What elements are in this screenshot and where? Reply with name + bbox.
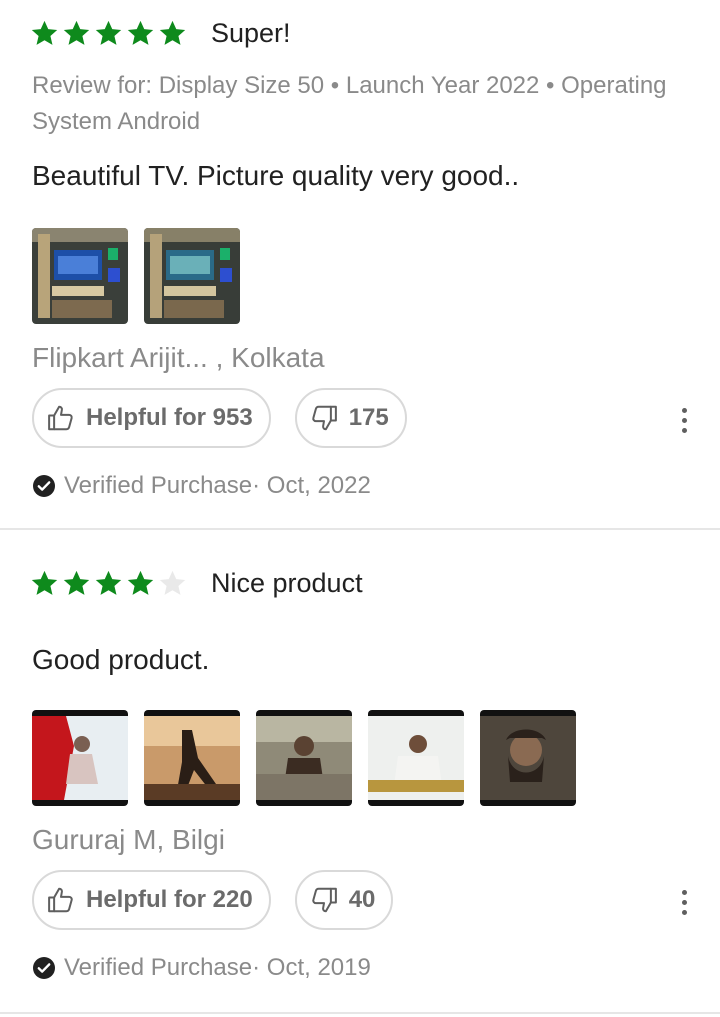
vote-row: Helpful for 953 175: [32, 388, 407, 448]
star-filled-icon: [127, 570, 154, 595]
review-photos: [32, 228, 240, 324]
star-filled-icon: [95, 570, 122, 595]
review-photo[interactable]: [256, 710, 352, 806]
review-photo[interactable]: [368, 710, 464, 806]
star-rating: [30, 569, 187, 598]
review-title: Nice product: [211, 568, 363, 598]
verified-purchase: Verified Purchase · Oct, 2019: [32, 954, 371, 982]
star-filled-icon: [95, 20, 122, 45]
verified-purchase: Verified Purchase · Oct, 2022: [32, 472, 371, 500]
reviewer-name: Gururaj M, Bilgi: [32, 824, 225, 855]
star-filled-icon: [63, 20, 90, 45]
star-filled-icon: [31, 20, 58, 45]
dislike-count: 175: [348, 404, 389, 431]
star-empty-icon: [159, 570, 186, 595]
verified-label: Verified Purchase: [64, 954, 253, 981]
reviewer-name: Flipkart Arijit... , Kolkata: [32, 342, 325, 373]
more-vertical-icon[interactable]: [672, 400, 696, 440]
more-vertical-icon[interactable]: [672, 882, 696, 922]
review-photo[interactable]: [144, 228, 240, 324]
verified-check-icon: [33, 957, 55, 979]
not-helpful-button[interactable]: 40: [294, 870, 394, 930]
review-date: · Oct, 2019: [252, 954, 371, 981]
review-text: Good product.: [32, 644, 210, 675]
review-variant: Review for: Display Size 50 • Launch Yea…: [32, 72, 667, 135]
review-photos: [32, 710, 576, 806]
review-photo[interactable]: [144, 710, 240, 806]
review-card: Super! Review for: Display Size 50 • Lau…: [0, 0, 720, 530]
verified-check-icon: [33, 475, 55, 497]
review-photo[interactable]: [32, 228, 128, 324]
rating-row: Nice product: [30, 568, 363, 599]
dislike-count: 40: [348, 886, 376, 913]
star-filled-icon: [127, 20, 154, 45]
star-rating: [30, 19, 187, 48]
vote-row: Helpful for 220 40: [32, 870, 394, 930]
thumbs-down-icon: [311, 405, 337, 431]
not-helpful-button[interactable]: 175: [294, 388, 407, 448]
rating-row: Super!: [30, 18, 291, 49]
review-photo[interactable]: [480, 710, 576, 806]
star-filled-icon: [63, 570, 90, 595]
star-filled-icon: [31, 570, 58, 595]
thumbs-up-icon: [48, 887, 73, 913]
review-title: Super!: [211, 18, 291, 48]
review-card: Nice product Good product. Gururaj M, Bi…: [0, 530, 720, 1014]
helpful-label: Helpful for 953: [86, 404, 253, 431]
helpful-button[interactable]: Helpful for 953: [32, 388, 271, 448]
star-filled-icon: [159, 20, 186, 45]
thumbs-down-icon: [311, 887, 337, 913]
review-text: Beautiful TV. Picture quality very good.…: [32, 160, 520, 191]
helpful-button[interactable]: Helpful for 220: [32, 870, 271, 930]
helpful-label: Helpful for 220: [86, 886, 253, 913]
review-date: · Oct, 2022: [252, 472, 371, 499]
thumbs-up-icon: [48, 405, 73, 431]
verified-label: Verified Purchase: [64, 472, 253, 499]
review-photo[interactable]: [32, 710, 128, 806]
